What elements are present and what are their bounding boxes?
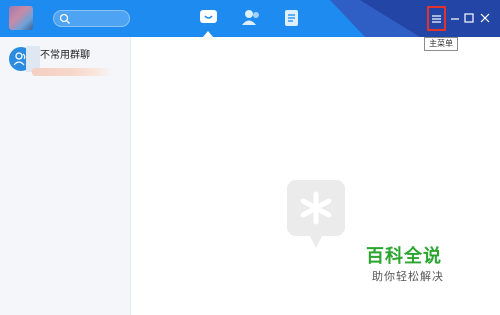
close-icon[interactable] xyxy=(478,9,494,27)
menu-icon xyxy=(432,15,441,23)
main-menu-button[interactable] xyxy=(427,6,446,31)
watermark-subtitle: 助你轻松解决 xyxy=(372,271,444,283)
empty-state-logo-icon xyxy=(287,180,345,248)
active-tab-indicator xyxy=(203,31,213,37)
contacts-icon[interactable] xyxy=(241,9,261,26)
notes-icon[interactable] xyxy=(284,9,300,27)
title-bar xyxy=(0,0,500,37)
main-menu-tooltip: 主菜单 xyxy=(424,37,458,51)
redacted-preview xyxy=(32,68,112,76)
list-item-uncommon-groups[interactable]: 不常用群聊 xyxy=(0,42,130,76)
search-icon xyxy=(59,13,70,24)
group-label: 不常用群聊 xyxy=(40,50,90,61)
search-input[interactable] xyxy=(53,10,130,27)
message-icon[interactable] xyxy=(199,9,218,26)
conversation-list: 不常用群聊 xyxy=(0,37,131,315)
user-avatar[interactable] xyxy=(9,6,33,30)
watermark-title: 百科全说 xyxy=(366,246,442,266)
maximize-icon[interactable] xyxy=(463,9,479,27)
